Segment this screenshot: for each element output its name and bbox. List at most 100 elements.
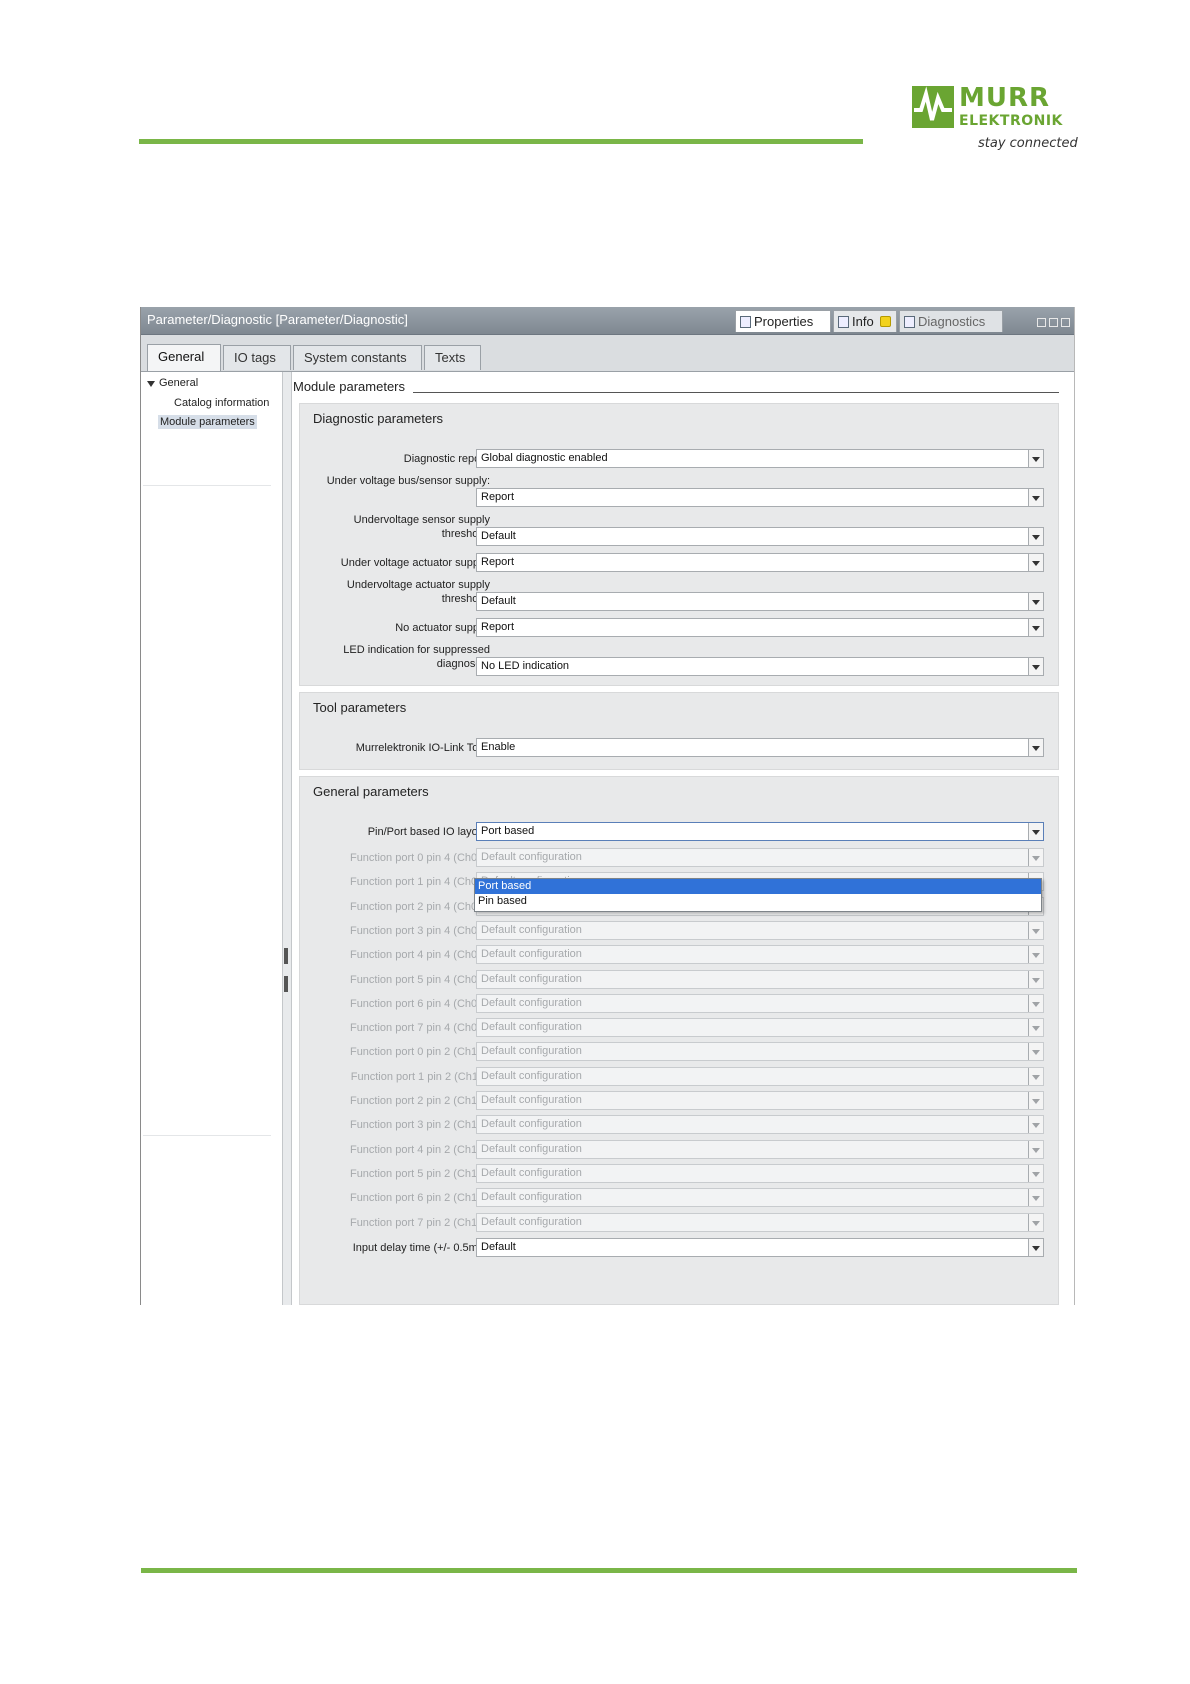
chevron-down-icon[interactable] (1028, 1164, 1043, 1182)
io-link-tool-select[interactable]: Enable (476, 738, 1044, 757)
tab-info-label: Info (852, 314, 874, 329)
function-select[interactable]: Default configuration (476, 945, 1044, 965)
undervoltage-actuator-threshold-select[interactable]: Default (476, 592, 1044, 611)
function-select[interactable]: Default configuration (476, 993, 1044, 1013)
chevron-down-icon[interactable] (1028, 1213, 1043, 1231)
no-actuator-supply-select[interactable]: Report (476, 618, 1044, 637)
function-select[interactable]: Default configuration (476, 969, 1044, 989)
select-value: Report (481, 491, 515, 503)
function-select[interactable]: Default configuration (476, 1042, 1044, 1062)
io-layout-select[interactable]: Port based (476, 822, 1044, 841)
section-title: General parameters (313, 784, 429, 799)
select-value: Port based (481, 825, 535, 837)
function-select[interactable]: Default configuration (476, 1212, 1044, 1232)
tab-info[interactable]: Info (833, 310, 897, 332)
warning-icon (879, 316, 891, 327)
function-select[interactable]: Default configuration (476, 1188, 1044, 1208)
diagnostic-report-select[interactable]: Global diagnostic enabled (476, 449, 1044, 468)
chevron-down-icon[interactable] (1028, 489, 1043, 506)
chevron-down-icon[interactable] (1028, 823, 1043, 840)
tab-system-constants[interactable]: System constants (293, 345, 422, 370)
function-select[interactable]: Default configuration (476, 1163, 1044, 1183)
select-value: Default (481, 595, 516, 607)
field-label: Function port 2 pin 4 (Ch02): (349, 900, 490, 913)
select-value: Default configuration (481, 1191, 582, 1204)
navigation-tree: General Catalog information Module param… (141, 372, 283, 1305)
section-title: Tool parameters (313, 700, 407, 715)
undervoltage-sensor-threshold-select[interactable]: Default (476, 527, 1044, 546)
chevron-down-icon[interactable] (1028, 946, 1043, 964)
function-select[interactable]: Default configuration (476, 1139, 1044, 1159)
chevron-down-icon[interactable] (1028, 970, 1043, 988)
chevron-down-icon[interactable] (1028, 528, 1043, 545)
function-select[interactable]: Default configuration (476, 1018, 1044, 1038)
collapse-left-icon[interactable] (284, 948, 288, 964)
tab-texts[interactable]: Texts (424, 345, 481, 370)
field-label: Undervoltage actuator supply threshold: (346, 579, 490, 605)
layout-icon[interactable] (1049, 318, 1058, 327)
tab-properties[interactable]: Properties (735, 310, 831, 332)
chevron-down-icon[interactable] (1028, 1140, 1043, 1158)
window-title: Parameter/Diagnostic [Parameter/Diagnost… (147, 312, 408, 327)
function-row: Function port 2 pin 2 (Ch12): Default con… (300, 1091, 1060, 1111)
undervoltage-sensor-threshold-row: Undervoltage sensor supply threshold: De… (300, 514, 1060, 547)
function-row: Function port 6 pin 4 (Ch06): Default con… (300, 993, 1060, 1014)
chevron-down-icon[interactable] (1028, 1067, 1043, 1085)
chevron-down-icon[interactable] (1028, 1043, 1043, 1061)
function-select[interactable]: Default configuration (476, 1115, 1044, 1135)
general-parameters-section: General parameters Pin/Port based IO lay… (299, 776, 1059, 1305)
diagnostic-report-row: Diagnostic report: Global diagnostic ena… (300, 449, 1060, 469)
nav-item-catalog-information[interactable]: Catalog information (174, 397, 269, 409)
field-label: Function port 4 pin 2 (Ch14): (349, 1143, 490, 1156)
chevron-down-icon[interactable] (1028, 739, 1043, 756)
chevron-down-icon[interactable] (1028, 1239, 1043, 1256)
function-row: Function port 6 pin 2 (Ch16): Default con… (300, 1188, 1060, 1208)
expand-right-icon[interactable] (284, 976, 288, 992)
tab-general[interactable]: General (147, 344, 221, 371)
option-pin-based[interactable]: Pin based (475, 894, 1041, 909)
undervoltage-actuator-select[interactable]: Report (476, 553, 1044, 572)
function-select[interactable]: Default configuration (476, 848, 1044, 867)
undervoltage-actuator-row: Under voltage actuator supply: Report (300, 553, 1060, 573)
field-label: Function port 4 pin 4 (Ch04): (349, 949, 490, 962)
float-window-icon[interactable] (1037, 318, 1046, 327)
chevron-down-icon[interactable] (1028, 994, 1043, 1012)
select-value: Enable (481, 741, 516, 753)
field-label: Under voltage actuator supply: (340, 557, 490, 569)
chevron-down-icon[interactable] (1028, 921, 1043, 939)
undervoltage-bus-select[interactable]: Report (476, 488, 1044, 507)
led-indication-select[interactable]: No LED indication (476, 657, 1044, 676)
chevron-down-icon[interactable] (1028, 619, 1043, 636)
module-parameters-heading: Module parameters (293, 379, 1059, 397)
chevron-down-icon[interactable] (1028, 658, 1043, 675)
chevron-down-icon[interactable] (1028, 450, 1043, 467)
nav-item-module-parameters[interactable]: Module parameters (158, 415, 257, 429)
function-row: Function port 1 pin 2 (Ch11): Default con… (300, 1066, 1060, 1087)
tab-io-tags[interactable]: IO tags (223, 345, 291, 370)
function-select[interactable]: Default configuration (476, 1091, 1044, 1110)
tool-parameters-section: Tool parameters Murrelektronik IO-Link T… (299, 692, 1059, 770)
chevron-down-icon[interactable] (1028, 1189, 1043, 1207)
splitter[interactable] (283, 372, 292, 1305)
chevron-down-icon[interactable] (1028, 1092, 1043, 1109)
field-label: Function port 7 pin 2 (Ch17): (349, 1216, 490, 1229)
chevron-down-icon[interactable] (1028, 849, 1043, 866)
murr-logo-mark-icon (912, 86, 954, 128)
option-port-based[interactable]: Port based (475, 879, 1041, 894)
expand-triangle-icon[interactable] (147, 381, 155, 387)
function-row: Function port 7 pin 4 (Ch07): Default con… (300, 1018, 1060, 1038)
chevron-down-icon[interactable] (1028, 554, 1043, 571)
chevron-down-icon[interactable] (1028, 593, 1043, 610)
nav-group-general[interactable]: General (159, 377, 198, 389)
io-layout-row: Pin/Port based IO layout: Port based (300, 822, 1060, 842)
tab-diagnostics[interactable]: Diagnostics (899, 310, 1003, 332)
collapse-icon[interactable] (1061, 318, 1070, 327)
field-label: Function port 3 pin 2 (Ch13): (349, 1119, 490, 1132)
field-label: Function port 0 pin 4 (Ch00): (349, 852, 490, 864)
footer-divider (141, 1568, 1077, 1573)
input-delay-select[interactable]: Default (476, 1238, 1044, 1257)
function-select[interactable]: Default configuration (476, 920, 1044, 940)
chevron-down-icon[interactable] (1028, 1019, 1043, 1037)
function-select[interactable]: Default configuration (476, 1066, 1044, 1086)
chevron-down-icon[interactable] (1028, 1116, 1043, 1134)
